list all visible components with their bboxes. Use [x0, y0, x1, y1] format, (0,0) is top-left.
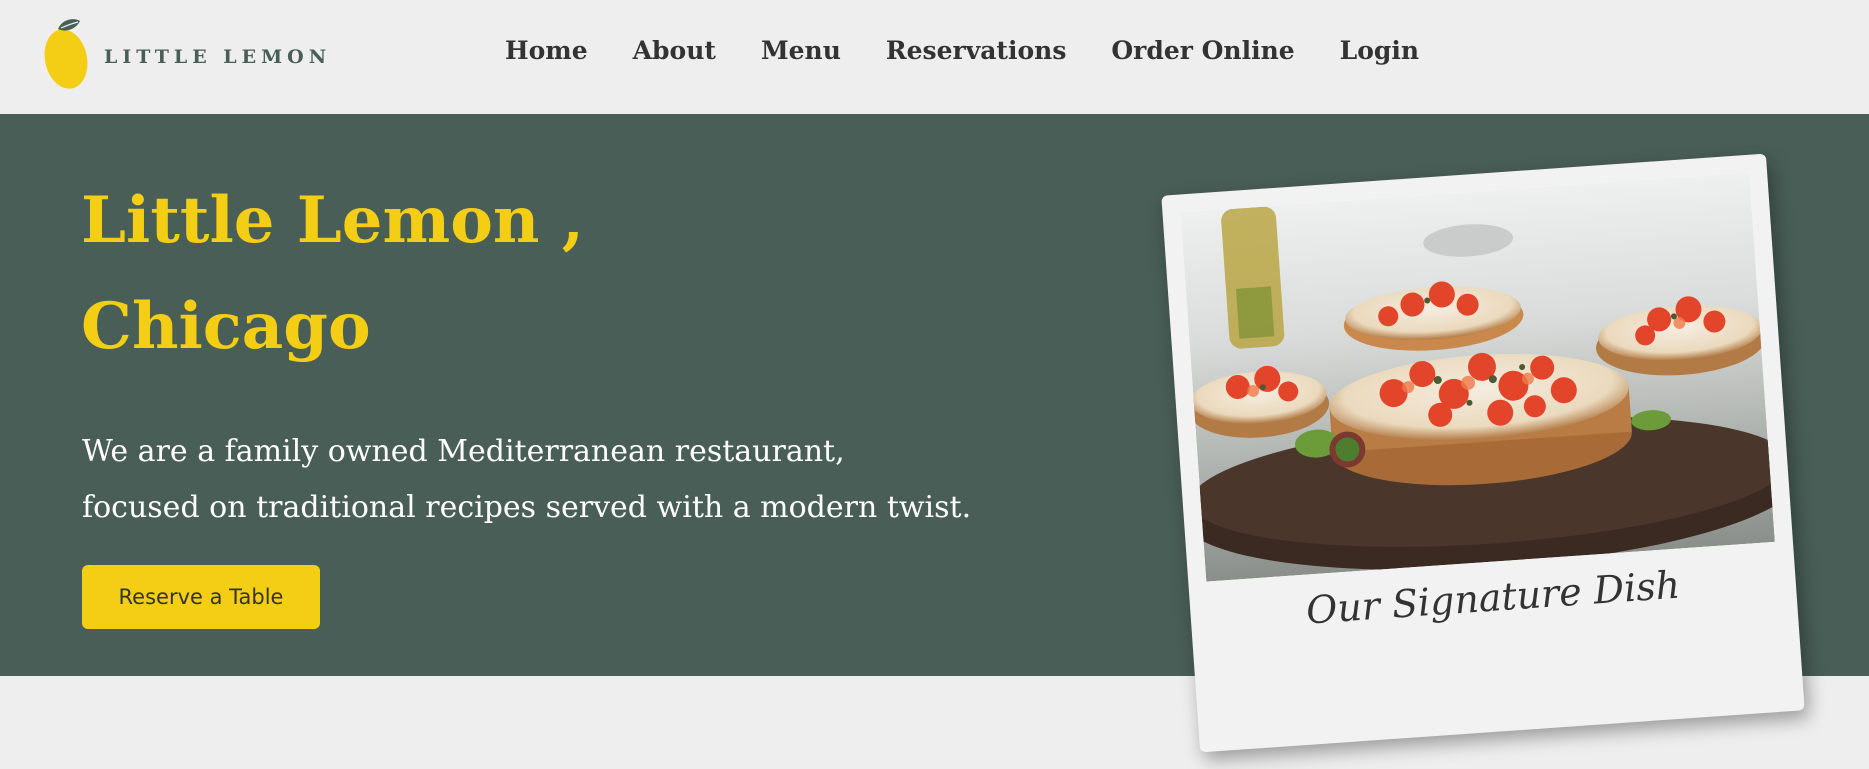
- hero-description: We are a family owned Mediterranean rest…: [82, 424, 1042, 536]
- signature-dish-card: Our Signature Dish: [1161, 153, 1805, 753]
- nav-login[interactable]: Login: [1340, 36, 1419, 65]
- nav-reservations[interactable]: Reservations: [886, 36, 1067, 65]
- hero-title-line2: Chicago: [81, 289, 371, 364]
- hero-title-line1: Little Lemon ,: [81, 183, 584, 258]
- signature-dish-photo: [1180, 172, 1775, 582]
- nav-menu[interactable]: Menu: [761, 36, 841, 65]
- hero-description-line2: focused on traditional recipes served wi…: [82, 490, 972, 525]
- logo[interactable]: LITTLE LEMON: [44, 16, 331, 94]
- main-nav: Home About Menu Reservations Order Onlin…: [505, 36, 1464, 65]
- site-header: LITTLE LEMON Home About Menu Reservation…: [0, 0, 1869, 114]
- nav-order-online[interactable]: Order Online: [1111, 36, 1294, 65]
- nav-about[interactable]: About: [633, 36, 716, 65]
- reserve-table-button[interactable]: Reserve a Table: [82, 565, 320, 629]
- hero-title: Little Lemon , Chicago: [81, 168, 841, 380]
- logo-text: LITTLE LEMON: [104, 46, 332, 68]
- lemon-icon: [44, 19, 88, 89]
- hero-description-line1: We are a family owned Mediterranean rest…: [82, 434, 845, 469]
- nav-home[interactable]: Home: [505, 36, 588, 65]
